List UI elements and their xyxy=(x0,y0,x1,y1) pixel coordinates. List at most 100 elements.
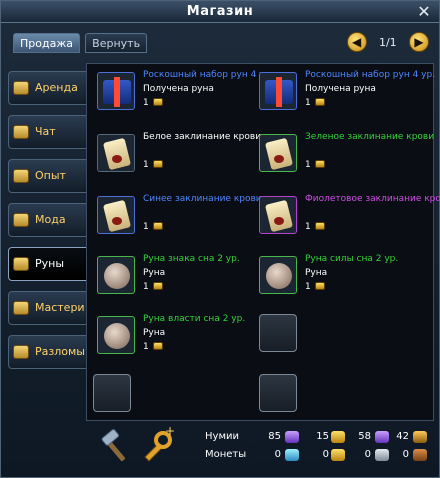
coin-stack-icon xyxy=(331,431,345,443)
tab-sell[interactable]: Продажа xyxy=(13,33,80,53)
sidebar-item-mastery[interactable]: Мастери xyxy=(8,291,90,325)
item-name: Синее заклинание крови xyxy=(143,194,262,204)
coins-label: Монеты xyxy=(205,449,247,460)
item-subtitle: Руна xyxy=(305,268,328,278)
shop-item[interactable]: Руна знака сна 2 ур. Руна 1 xyxy=(91,250,253,306)
hammer-icon[interactable] xyxy=(97,429,133,465)
coins-value: 0 xyxy=(274,449,281,460)
item-price-value: 1 xyxy=(143,160,149,170)
rune-icon xyxy=(104,263,130,289)
item-slot[interactable] xyxy=(259,196,297,234)
empty-slot[interactable] xyxy=(259,374,297,412)
item-slot[interactable] xyxy=(97,72,135,110)
item-price-value: 1 xyxy=(143,222,149,232)
prev-page-button[interactable]: ◀ xyxy=(346,32,367,52)
shop-item[interactable]: Роскошный набор рун 4 ур. Получена руна … xyxy=(253,66,435,122)
item-subtitle: Руна xyxy=(143,268,166,278)
item-price-value: 1 xyxy=(305,222,311,232)
sidebar-item-rifts[interactable]: Разломы xyxy=(8,335,90,369)
coins-value-3: 0 xyxy=(364,449,371,460)
sidebar-item-runes[interactable]: Руны xyxy=(8,247,90,281)
item-price: 1 xyxy=(305,282,325,292)
sidebar-item-label: Опыт xyxy=(35,169,66,182)
item-slot[interactable] xyxy=(97,316,135,354)
coin-icon xyxy=(152,98,163,106)
coins-icon xyxy=(13,301,29,315)
sidebar-item-label: Разломы xyxy=(35,345,85,358)
shop-item[interactable]: Роскошный набор рун 4 ур. Получена руна … xyxy=(91,66,273,122)
item-slot[interactable] xyxy=(259,256,297,294)
wrench-icon[interactable]: + xyxy=(139,427,175,463)
sidebar-item-exp[interactable]: Опыт xyxy=(8,159,90,193)
sidebar-item-rent[interactable]: Аренда xyxy=(8,71,90,105)
shop-item[interactable]: Зеленое заклинание крови 1 xyxy=(253,128,434,184)
blood-drop-icon xyxy=(112,155,122,163)
item-price-value: 1 xyxy=(143,342,149,352)
item-slot[interactable] xyxy=(97,256,135,294)
sidebar-item-label: Аренда xyxy=(35,81,78,94)
sidebar-item-label: Мастери xyxy=(35,301,85,314)
coin-icon xyxy=(314,222,325,230)
coin-icon xyxy=(152,282,163,290)
item-slot[interactable] xyxy=(97,196,135,234)
scroll-icon xyxy=(264,199,294,233)
item-slot[interactable] xyxy=(259,72,297,110)
tab-buyback[interactable]: Вернуть xyxy=(85,33,148,53)
item-name: Руна власти сна 2 ур. xyxy=(143,314,246,324)
coin-icon xyxy=(152,222,163,230)
coin-icon xyxy=(13,81,29,95)
numii-value: 85 xyxy=(268,431,281,442)
copper-coin-icon xyxy=(413,449,427,461)
scroll-icon xyxy=(102,137,132,171)
item-price-value: 1 xyxy=(143,282,149,292)
item-price: 1 xyxy=(305,98,325,108)
next-page-button[interactable]: ▶ xyxy=(409,32,429,52)
coins-value-4: 0 xyxy=(402,449,409,460)
coin-icon xyxy=(152,342,163,350)
rune-icon xyxy=(266,263,292,289)
item-price: 1 xyxy=(143,342,163,352)
coin-icon xyxy=(314,160,325,168)
coin-icon xyxy=(13,125,29,139)
empty-slot[interactable] xyxy=(93,374,131,412)
item-price-value: 1 xyxy=(305,98,311,108)
crystal-icon xyxy=(285,431,299,443)
item-price: 1 xyxy=(143,222,163,232)
title-bar: Магазин ✕ xyxy=(1,1,439,23)
empty-slot[interactable] xyxy=(259,314,297,352)
coin-icon xyxy=(13,169,29,183)
sidebar-item-label: Чат xyxy=(35,125,56,138)
close-button[interactable]: ✕ xyxy=(415,3,433,21)
shop-item[interactable]: Руна силы сна 2 ур. Руна 1 xyxy=(253,250,415,306)
item-price: 1 xyxy=(143,98,163,108)
item-name: Зеленое заклинание крови xyxy=(305,132,435,142)
item-price: 1 xyxy=(305,160,325,170)
item-slot[interactable] xyxy=(97,134,135,172)
coins-icon xyxy=(13,345,29,359)
rune-icon xyxy=(104,323,130,349)
numii-label: Нумии xyxy=(205,431,239,442)
blood-drop-icon xyxy=(274,155,284,163)
numii-value-4: 42 xyxy=(396,431,409,442)
shop-item[interactable]: Белое заклинание крови 1 xyxy=(91,128,261,184)
coin-icon xyxy=(314,98,325,106)
item-price-value: 1 xyxy=(305,282,311,292)
item-name: Фиолетовое заклинание крови xyxy=(305,194,440,204)
item-price: 1 xyxy=(143,160,163,170)
shop-item[interactable]: Руна власти сна 2 ур. Руна 1 xyxy=(91,310,253,366)
item-slot[interactable] xyxy=(259,134,297,172)
coin-icon xyxy=(314,282,325,290)
left-arrow-icon: ◀ xyxy=(352,35,362,49)
shop-item[interactable]: Синее заклинание крови 1 xyxy=(91,190,262,246)
blood-drop-icon xyxy=(274,217,284,225)
ribbon-icon xyxy=(114,77,120,107)
plus-icon: + xyxy=(165,427,175,438)
item-price: 1 xyxy=(305,222,325,232)
sidebar-item-fashion[interactable]: Мода xyxy=(8,203,90,237)
item-price-value: 1 xyxy=(305,160,311,170)
sidebar-item-label: Руны xyxy=(35,257,65,270)
sidebar-item-chat[interactable]: Чат xyxy=(8,115,90,149)
shop-item[interactable]: Фиолетовое заклинание крови 1 xyxy=(253,190,440,246)
close-icon: ✕ xyxy=(417,2,431,21)
coin-bag-icon xyxy=(413,431,427,443)
